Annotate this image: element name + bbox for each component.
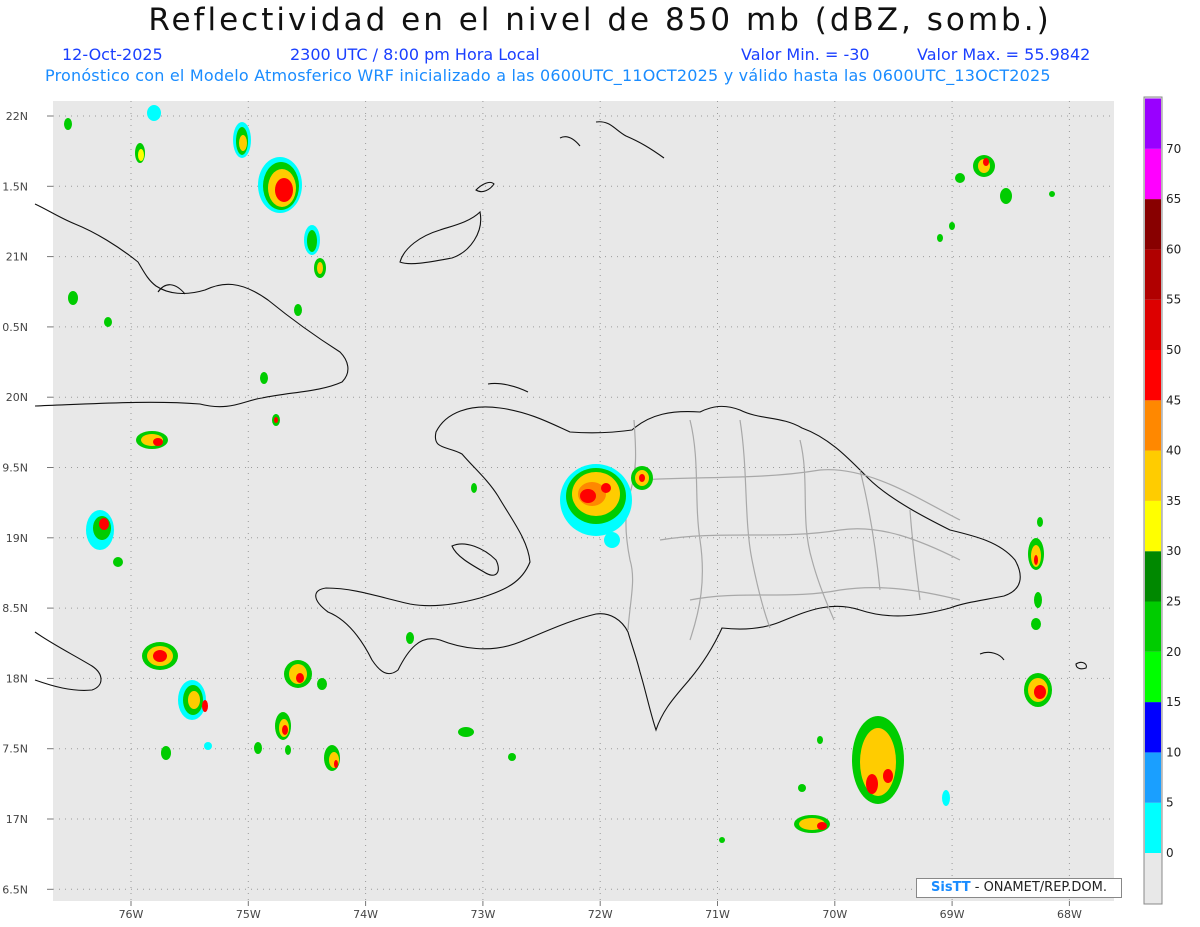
echo-cell (560, 464, 632, 536)
colorbar-label: 25 (1166, 595, 1181, 609)
colorbar-segment (1145, 299, 1161, 350)
lat-tick-label: 1.5N (2, 180, 28, 193)
colorbar-label: 15 (1166, 695, 1181, 709)
colorbar-segment (1145, 500, 1161, 552)
colorbar-label: 20 (1166, 645, 1181, 659)
lat-tick-label: 22N (6, 110, 28, 123)
colorbar-label: 70 (1166, 142, 1181, 156)
colorbar-label: 50 (1166, 343, 1181, 357)
colorbar-segment (1145, 651, 1161, 703)
echo-cell (233, 122, 251, 158)
colorbar-segment (1145, 752, 1161, 803)
colorbar-segment (1145, 350, 1161, 401)
lon-tick-label: 75W (236, 908, 261, 921)
lat-tick-label: 21N (6, 251, 28, 264)
lon-tick-label: 73W (470, 908, 495, 921)
echo-cell (275, 712, 291, 740)
lon-tick-label: 69W (940, 908, 965, 921)
colorbar-segment (1145, 400, 1161, 451)
lon-tick-label: 72W (588, 908, 613, 921)
latitude-axis: 22N 1.5N 21N 0.5N 20N 9.5N 19N 8.5N 18N 7.5N 17N 6.… (2, 110, 53, 896)
lat-tick-label: 9.5N (2, 462, 28, 475)
colorbar-label: 0 (1166, 846, 1174, 860)
lat-tick-label: 18N (6, 672, 28, 685)
echo-cell (1024, 673, 1052, 707)
colorbar-segment (1145, 249, 1161, 300)
credit-text: - ONAMET/REP.DOM. (974, 880, 1107, 895)
lat-tick-label: 6.5N (2, 883, 28, 896)
colorbar-segment (1145, 802, 1161, 853)
colorbar-segment (1145, 148, 1161, 200)
lon-tick-label: 70W (822, 908, 847, 921)
credit-box: SisTT - ONAMET/REP.DOM. (916, 878, 1122, 898)
lat-tick-label: 7.5N (2, 743, 28, 756)
colorbar-label: 60 (1166, 242, 1181, 256)
colorbar-label: 45 (1166, 393, 1181, 407)
reflectivity-map: 22N 1.5N 21N 0.5N 20N 9.5N 19N 8.5N 18N 7.5N 17N 6.… (2, 96, 1181, 921)
echo-cell (852, 716, 904, 804)
lat-tick-label: 20N (6, 391, 28, 404)
lon-tick-label: 68W (1057, 908, 1082, 921)
colorbar-label: 35 (1166, 494, 1181, 508)
lat-tick-label: 0.5N (2, 321, 28, 334)
colorbar-segment (1145, 98, 1161, 149)
lat-tick-label: 19N (6, 532, 28, 545)
colorbar-segment (1145, 199, 1161, 250)
colorbar-label: 5 (1166, 796, 1174, 810)
lon-tick-label: 76W (119, 908, 144, 921)
colorbar-label: 30 (1166, 544, 1181, 558)
echo-cell (258, 157, 302, 213)
lat-tick-label: 17N (6, 813, 28, 826)
colorbar-label: 10 (1166, 745, 1181, 759)
colorbar-segment (1145, 551, 1161, 602)
echo-cell (136, 431, 168, 449)
colorbar-segment (1145, 702, 1161, 753)
echo-cell (142, 642, 178, 670)
lat-tick-label: 8.5N (2, 602, 28, 615)
colorbar-label: 40 (1166, 444, 1181, 458)
lon-tick-label: 71W (705, 908, 730, 921)
colorbar-segment (1145, 601, 1161, 652)
longitude-axis: 76W 75W 74W 73W 72W 71W 70W 69W 68W (119, 901, 1082, 921)
colorbar: 0 5 10 15 20 25 30 35 40 45 50 55 60 65 70 (1145, 98, 1181, 860)
colorbar-label: 65 (1166, 192, 1181, 206)
colorbar-segment (1145, 450, 1161, 501)
lon-tick-label: 74W (353, 908, 378, 921)
sistt-logo: SisTT (931, 880, 971, 895)
colorbar-label: 55 (1166, 293, 1181, 307)
